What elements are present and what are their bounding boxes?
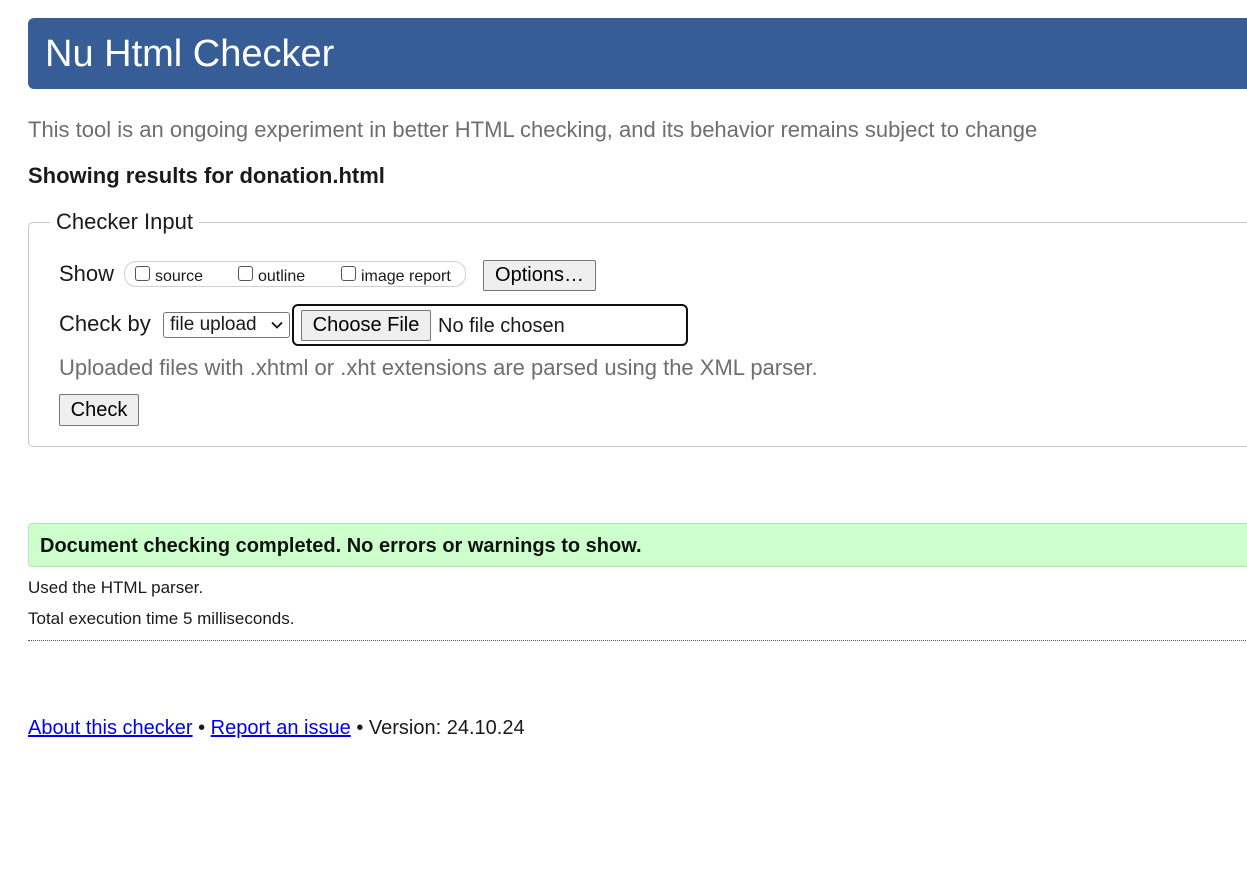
version-text: Version: 24.10.24	[368, 717, 525, 739]
show-label: Show	[59, 261, 115, 286]
execution-time: Total execution time 5 milliseconds.	[28, 609, 295, 628]
outline-checkbox-box[interactable]	[238, 266, 253, 281]
xml-parser-note: Uploaded files with .xhtml or .xht exten…	[59, 355, 818, 380]
report-issue-link[interactable]: Report an issue	[211, 717, 351, 739]
dotted-divider	[28, 640, 1247, 641]
choose-file-button[interactable]: Choose File	[301, 310, 431, 341]
footer: About this checker • Report an issue • V…	[28, 714, 525, 742]
image-report-checkbox-label: image report	[361, 268, 451, 285]
check-by-selected-value: file upload	[170, 314, 257, 335]
about-checker-link[interactable]: About this checker	[28, 717, 193, 739]
success-message: Document checking completed. No errors o…	[40, 535, 642, 557]
chevron-down-icon	[271, 321, 283, 329]
page-header: Nu Html Checker	[28, 18, 1247, 89]
footer-separator-2: •	[356, 717, 364, 739]
tool-subtitle: This tool is an ongoing experiment in be…	[28, 117, 1038, 142]
show-checkbox-group: source outline image report	[124, 261, 466, 287]
options-button[interactable]: Options…	[483, 260, 596, 291]
checker-input-legend: Checker Input	[50, 207, 199, 237]
check-button[interactable]: Check	[59, 394, 139, 426]
footer-separator-1: •	[198, 717, 206, 739]
image-report-checkbox-box[interactable]	[341, 266, 356, 281]
page-title: Nu Html Checker	[45, 33, 335, 75]
outline-checkbox-label: outline	[258, 268, 306, 285]
source-checkbox-box[interactable]	[135, 266, 150, 281]
file-status: No file chosen	[438, 315, 565, 337]
source-checkbox-label: source	[155, 268, 204, 285]
check-by-label: Check by	[59, 311, 151, 336]
success-message-box: Document checking completed. No errors o…	[28, 523, 1247, 567]
check-by-select[interactable]: file upload	[163, 312, 290, 338]
parser-note: Used the HTML parser.	[28, 578, 204, 597]
results-heading: Showing results for donation.html	[28, 163, 385, 188]
